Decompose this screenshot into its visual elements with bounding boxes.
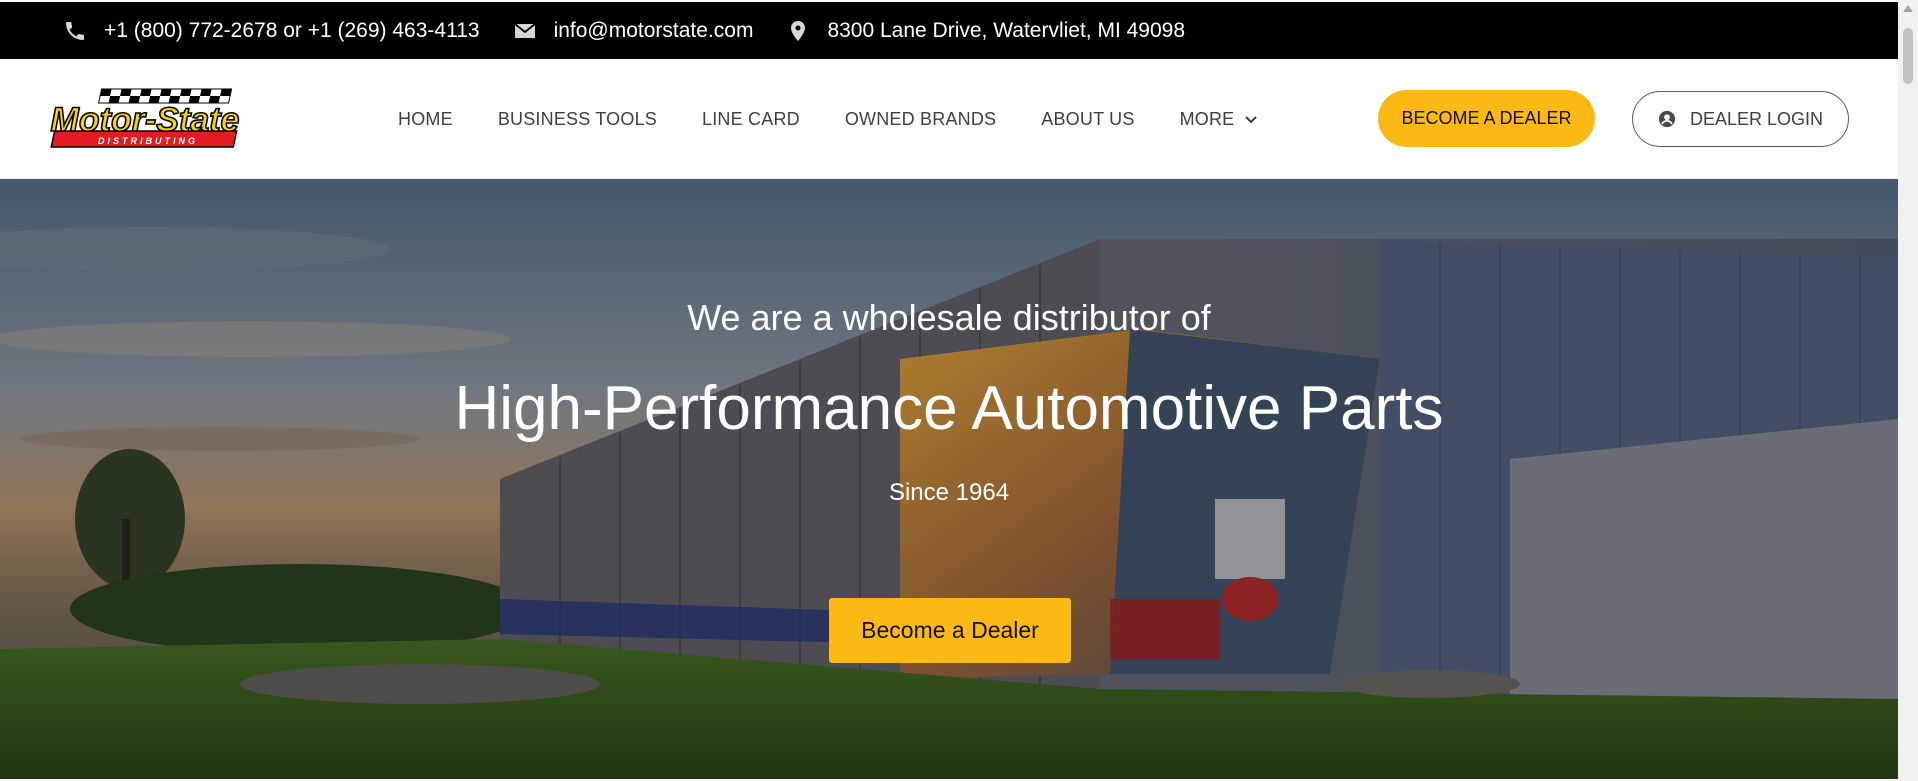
nav-item-business-tools[interactable]: BUSINESS TOOLS [498,109,657,130]
scrollbar-thumb[interactable] [1903,28,1913,84]
top-info-bar: +1 (800) 772-2678 or +1 (269) 463-4113 i… [0,2,1898,59]
address-text: 8300 Lane Drive, Watervliet, MI 49098 [827,18,1186,42]
logo-wordmark: Motor-State [51,101,240,139]
phone-text: +1 (800) 772-2678 or +1 (269) 463-4113 [104,18,480,42]
page-scrollbar[interactable] [1898,0,1918,781]
hero-title: High-Performance Automotive Parts [454,374,1444,443]
logo-subtext: DISTRIBUTING [98,136,198,146]
nav-item-line-card[interactable]: LINE CARD [702,109,800,130]
nav-item-label: HOME [398,108,453,129]
nav-item-label: LINE CARD [702,108,800,129]
hero-become-dealer-button[interactable]: Become a Dealer [829,598,1071,663]
hero-section: We are a wholesale distributor of High-P… [0,179,1898,779]
nav-item-home[interactable]: HOME [398,109,453,130]
user-circle-icon [1658,110,1676,128]
dealer-login-label: DEALER LOGIN [1689,108,1824,129]
nav-item-about-us[interactable]: ABOUT US [1041,109,1134,130]
become-dealer-label: BECOME A DEALER [1401,108,1572,128]
chevron-down-icon [1245,116,1258,124]
email-text: info@motorstate.com [553,18,754,42]
nav-item-more[interactable]: MORE [1180,109,1259,130]
main-nav: HOME BUSINESS TOOLS LINE CARD OWNED BRAN… [398,59,1303,179]
hero-subtitle: We are a wholesale distributor of [687,297,1211,338]
site-header: Motor-State DISTRIBUTING HOME BUSINESS T… [0,59,1898,179]
motor-state-logo[interactable]: Motor-State DISTRIBUTING [48,87,242,151]
dealer-login-button[interactable]: DEALER LOGIN [1632,91,1849,147]
nav-item-label: ABOUT US [1041,108,1135,129]
become-dealer-button[interactable]: BECOME A DEALER [1378,90,1595,147]
nav-item-owned-brands[interactable]: OWNED BRANDS [845,109,996,130]
nav-item-label: MORE [1179,108,1235,129]
contact-phone[interactable]: +1 (800) 772-2678 or +1 (269) 463-4113 [62,18,480,44]
contact-address[interactable]: 8300 Lane Drive, Watervliet, MI 49098 [785,18,1185,44]
scroll-up-arrow-icon[interactable] [1903,5,1913,12]
phone-icon [62,18,88,44]
contact-email[interactable]: info@motorstate.com [512,18,754,44]
nav-item-label: BUSINESS TOOLS [497,108,658,129]
map-marker-icon [785,18,811,44]
hero-since: Since 1964 [888,479,1010,506]
envelope-icon [512,18,538,44]
nav-item-label: OWNED BRANDS [844,108,997,129]
